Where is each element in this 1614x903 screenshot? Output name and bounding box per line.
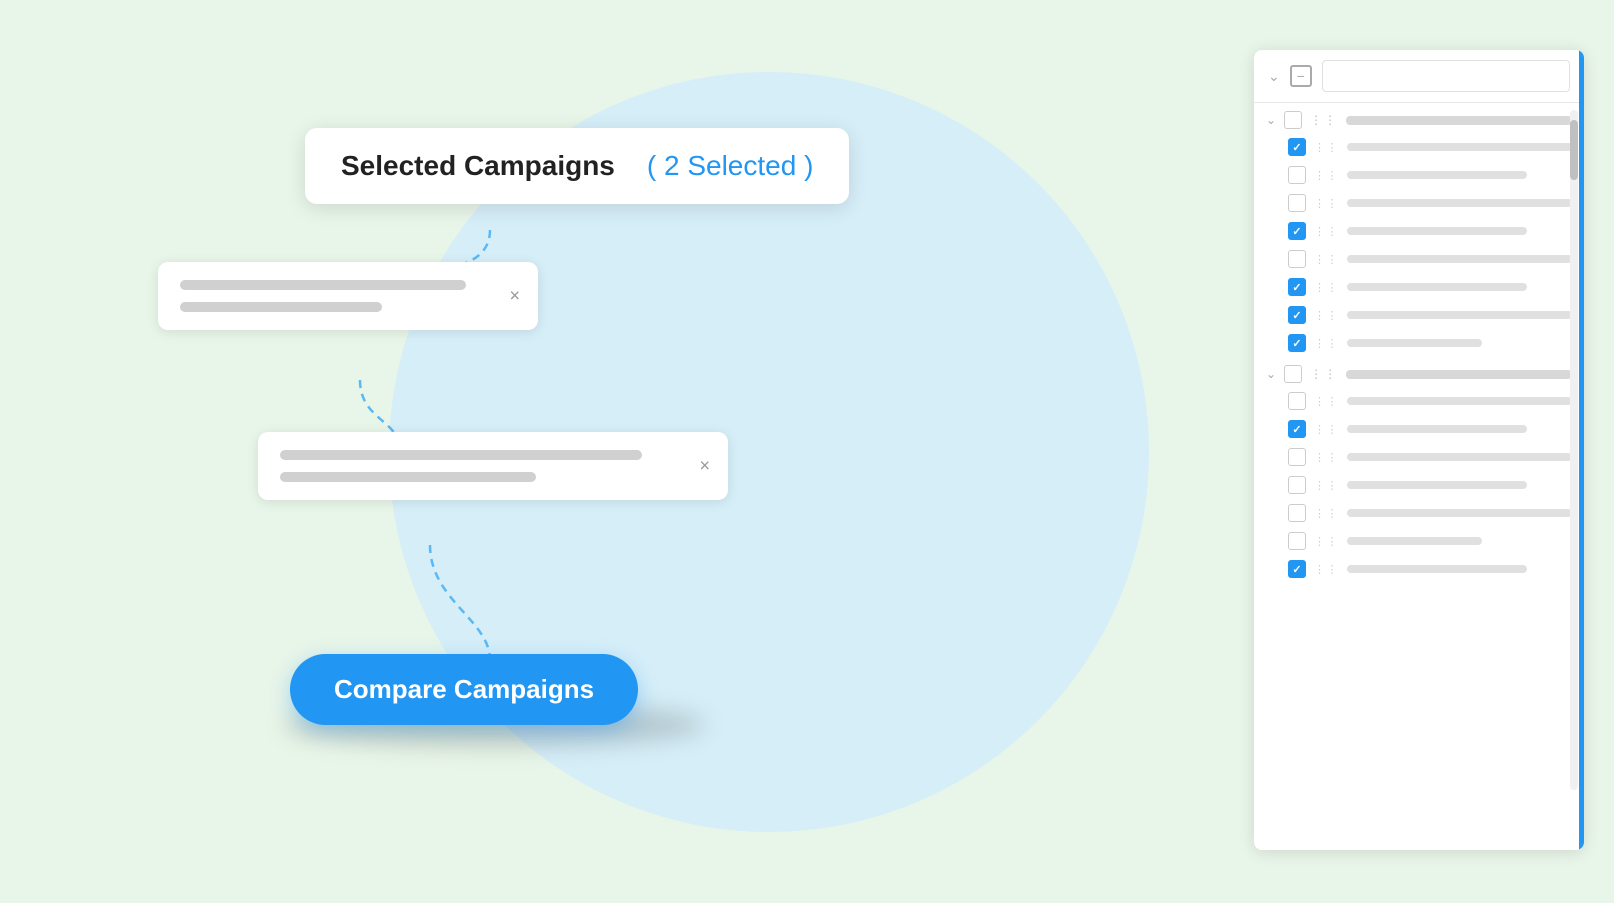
item-label-bar [1347, 171, 1527, 179]
item-checkbox[interactable] [1288, 250, 1306, 268]
group2-chevron-icon[interactable]: ⌄ [1266, 367, 1276, 381]
list-item[interactable]: ⋮⋮ [1260, 217, 1578, 245]
item-label-bar [1347, 255, 1572, 263]
item-checkbox[interactable] [1288, 560, 1306, 578]
item-checkbox[interactable] [1288, 420, 1306, 438]
item-label-bar [1347, 565, 1527, 573]
item-dots-icon: ⋮⋮ [1314, 507, 1339, 520]
item-checkbox[interactable] [1288, 306, 1306, 324]
group2-label-bar [1346, 370, 1572, 379]
panel-header: ⌄ − [1254, 50, 1584, 103]
group1-label-bar [1346, 116, 1572, 125]
group1-header: ⌄ ⋮⋮ [1260, 103, 1578, 133]
list-item[interactable]: ⋮⋮ [1260, 527, 1578, 555]
item-checkbox[interactable] [1288, 278, 1306, 296]
card2-line1 [280, 450, 642, 460]
selected-campaigns-tooltip: Selected Campaigns ( 2 Selected ) [305, 128, 849, 204]
list-item[interactable]: ⋮⋮ [1260, 189, 1578, 217]
campaigns-list-content: ⌄ ⋮⋮ ⋮⋮ ⋮⋮ ⋮⋮ ⋮ [1254, 103, 1584, 583]
list-item[interactable]: ⋮⋮ [1260, 301, 1578, 329]
panel-search-input[interactable] [1322, 60, 1570, 92]
panel-chevron-icon[interactable]: ⌄ [1268, 68, 1280, 85]
main-scene: Selected Campaigns ( 2 Selected ) × × Co… [0, 0, 1614, 903]
card2-line2 [280, 472, 536, 482]
list-item[interactable]: ⋮⋮ [1260, 161, 1578, 189]
item-checkbox[interactable] [1288, 194, 1306, 212]
item-checkbox[interactable] [1288, 166, 1306, 184]
item-label-bar [1347, 311, 1572, 319]
list-item[interactable]: ⋮⋮ [1260, 387, 1578, 415]
item-checkbox[interactable] [1288, 448, 1306, 466]
item-dots-icon: ⋮⋮ [1314, 535, 1339, 548]
list-item[interactable]: ⋮⋮ [1260, 471, 1578, 499]
item-dots-icon: ⋮⋮ [1314, 451, 1339, 464]
item-dots-icon: ⋮⋮ [1314, 423, 1339, 436]
item-checkbox[interactable] [1288, 138, 1306, 156]
compare-campaigns-button[interactable]: Compare Campaigns [290, 654, 638, 725]
item-label-bar [1347, 143, 1572, 151]
item-label-bar [1347, 537, 1482, 545]
group1-dots-icon: ⋮⋮ [1310, 113, 1338, 127]
card2-close-button[interactable]: × [699, 456, 710, 477]
item-dots-icon: ⋮⋮ [1314, 479, 1339, 492]
item-label-bar [1347, 481, 1527, 489]
item-label-bar [1347, 283, 1527, 291]
card1-close-button[interactable]: × [509, 286, 520, 307]
list-item[interactable]: ⋮⋮ [1260, 443, 1578, 471]
item-checkbox[interactable] [1288, 504, 1306, 522]
item-label-bar [1347, 227, 1527, 235]
item-dots-icon: ⋮⋮ [1314, 281, 1339, 294]
item-dots-icon: ⋮⋮ [1314, 337, 1339, 350]
item-label-bar [1347, 425, 1527, 433]
list-item[interactable]: ⋮⋮ [1260, 329, 1578, 357]
scrollbar-thumb[interactable] [1570, 120, 1578, 180]
item-label-bar [1347, 339, 1482, 347]
item-checkbox[interactable] [1288, 334, 1306, 352]
item-checkbox[interactable] [1288, 476, 1306, 494]
scrollbar-track[interactable] [1570, 110, 1578, 790]
item-dots-icon: ⋮⋮ [1314, 253, 1339, 266]
item-dots-icon: ⋮⋮ [1314, 197, 1339, 210]
list-item[interactable]: ⋮⋮ [1260, 415, 1578, 443]
item-dots-icon: ⋮⋮ [1314, 395, 1339, 408]
campaign-card-2[interactable]: × [258, 432, 728, 500]
card1-line1 [180, 280, 466, 290]
campaigns-list-panel: ⌄ − ⌄ ⋮⋮ ⋮⋮ [1254, 50, 1584, 850]
selected-campaigns-label: Selected Campaigns [341, 150, 615, 182]
group1-chevron-icon[interactable]: ⌄ [1266, 113, 1276, 127]
list-item[interactable]: ⋮⋮ [1260, 273, 1578, 301]
campaign-card-1[interactable]: × [158, 262, 538, 330]
list-item[interactable]: ⋮⋮ [1260, 555, 1578, 583]
item-dots-icon: ⋮⋮ [1314, 563, 1339, 576]
selected-count-label: ( 2 Selected ) [647, 150, 814, 182]
item-checkbox[interactable] [1288, 392, 1306, 410]
card1-line2 [180, 302, 382, 312]
item-label-bar [1347, 397, 1572, 405]
list-item[interactable]: ⋮⋮ [1260, 133, 1578, 161]
item-label-bar [1347, 453, 1572, 461]
group2-header: ⌄ ⋮⋮ [1260, 357, 1578, 387]
item-dots-icon: ⋮⋮ [1314, 141, 1339, 154]
blue-accent-bar [1579, 50, 1584, 850]
item-dots-icon: ⋮⋮ [1314, 309, 1339, 322]
item-checkbox[interactable] [1288, 222, 1306, 240]
panel-minus-icon[interactable]: − [1290, 65, 1312, 87]
list-item[interactable]: ⋮⋮ [1260, 499, 1578, 527]
group2-checkbox[interactable] [1284, 365, 1302, 383]
item-dots-icon: ⋮⋮ [1314, 169, 1339, 182]
group2-dots-icon: ⋮⋮ [1310, 367, 1338, 381]
item-dots-icon: ⋮⋮ [1314, 225, 1339, 238]
list-item[interactable]: ⋮⋮ [1260, 245, 1578, 273]
item-checkbox[interactable] [1288, 532, 1306, 550]
group1-checkbox[interactable] [1284, 111, 1302, 129]
item-label-bar [1347, 509, 1572, 517]
item-label-bar [1347, 199, 1572, 207]
